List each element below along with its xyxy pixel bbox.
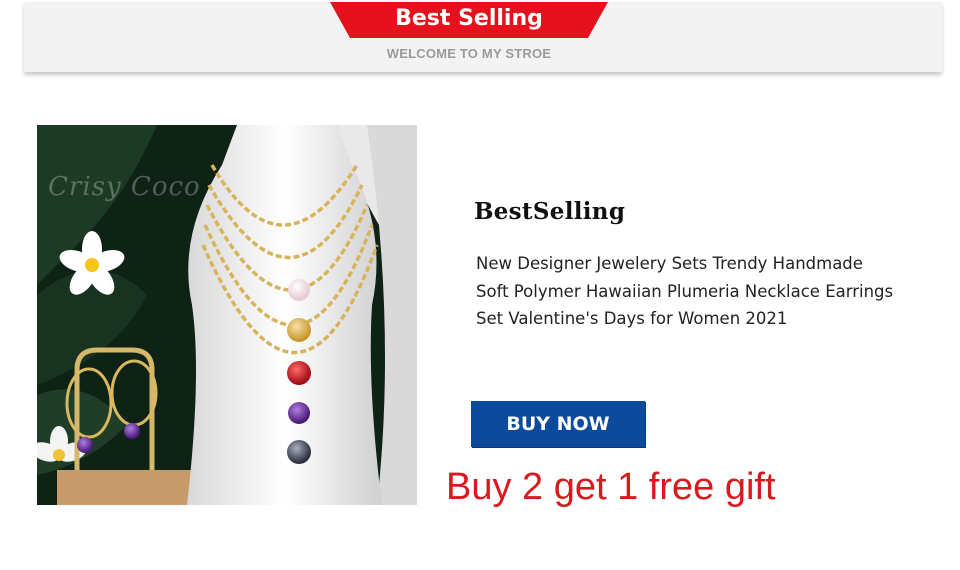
promo-text: Buy 2 get 1 free gift — [446, 466, 776, 508]
image-watermark: Crisy Coco — [48, 172, 201, 202]
buy-now-label: BUY NOW — [506, 413, 610, 435]
header-subtitle: WELCOME TO MY STROE — [386, 46, 552, 61]
header-title: Best Selling — [395, 6, 543, 31]
description-line: Set Valentine's Days for Women 2021 — [476, 309, 788, 328]
buy-now-button[interactable]: BUY NOW — [471, 401, 645, 447]
product-description: New Designer Jewelery Sets Trendy Handma… — [476, 252, 956, 335]
best-selling-ribbon: Best Selling — [330, 2, 608, 38]
product-heading: BestSelling — [474, 198, 626, 225]
product-photo[interactable]: Crisy Coco — [37, 125, 417, 505]
description-line: New Designer Jewelery Sets Trendy Handma… — [476, 254, 863, 273]
description-line: Soft Polymer Hawaiian Plumeria Necklace … — [476, 281, 894, 301]
